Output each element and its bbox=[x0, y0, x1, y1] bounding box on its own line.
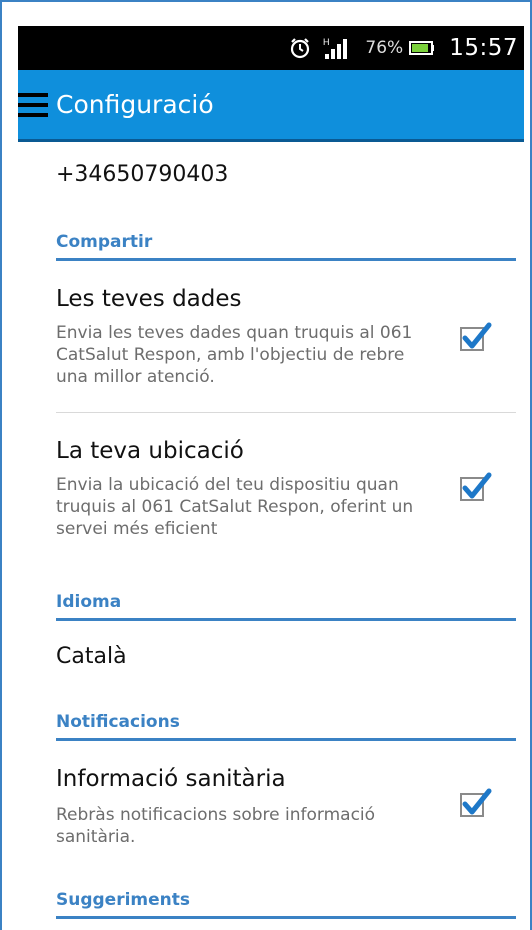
category-suggeriments-title: Suggeriments bbox=[56, 890, 191, 910]
preference-title: Informació sanitària bbox=[56, 766, 286, 792]
category-notificacions-title: Notificacions bbox=[56, 712, 180, 732]
app-frame: H 76% 15:57 Configuració +34650790403 Co… bbox=[0, 0, 532, 930]
divider bbox=[56, 412, 516, 413]
battery-percent: 76% bbox=[365, 38, 404, 58]
category-compartir-title: Compartir bbox=[56, 232, 153, 252]
checkbox-la-teva-ubicacio[interactable] bbox=[458, 470, 492, 504]
clock: 15:57 bbox=[449, 35, 518, 61]
preference-summary: Envia les teves dades quan truquis al 06… bbox=[56, 323, 413, 387]
category-divider bbox=[56, 738, 516, 741]
category-divider bbox=[56, 916, 516, 919]
preference-title: La teva ubicació bbox=[56, 438, 244, 464]
category-divider bbox=[56, 618, 516, 621]
preference-summary: Rebràs notificacions sobre informació sa… bbox=[56, 805, 376, 847]
menu-icon[interactable] bbox=[18, 92, 48, 117]
battery-icon bbox=[409, 40, 435, 56]
status-bar: H 76% 15:57 bbox=[18, 26, 524, 70]
app-bar: Configuració bbox=[18, 70, 524, 142]
phone-number-preference[interactable]: +34650790403 bbox=[56, 162, 228, 187]
preference-title: Les teves dades bbox=[56, 286, 242, 312]
battery-indicator: 76% bbox=[357, 38, 435, 58]
category-divider bbox=[56, 258, 516, 261]
preference-summary: Envia la ubicació del teu dispositiu qua… bbox=[56, 475, 414, 539]
checkbox-les-teves-dades[interactable] bbox=[458, 320, 492, 354]
category-idioma-title: Idioma bbox=[56, 592, 122, 612]
language-preference[interactable]: Català bbox=[56, 644, 127, 669]
alarm-icon bbox=[289, 37, 311, 59]
signal-icon: H bbox=[321, 36, 348, 60]
page-title: Configuració bbox=[56, 90, 214, 119]
checkbox-informacio-sanitaria[interactable] bbox=[458, 786, 492, 820]
svg-text:H: H bbox=[323, 37, 330, 47]
